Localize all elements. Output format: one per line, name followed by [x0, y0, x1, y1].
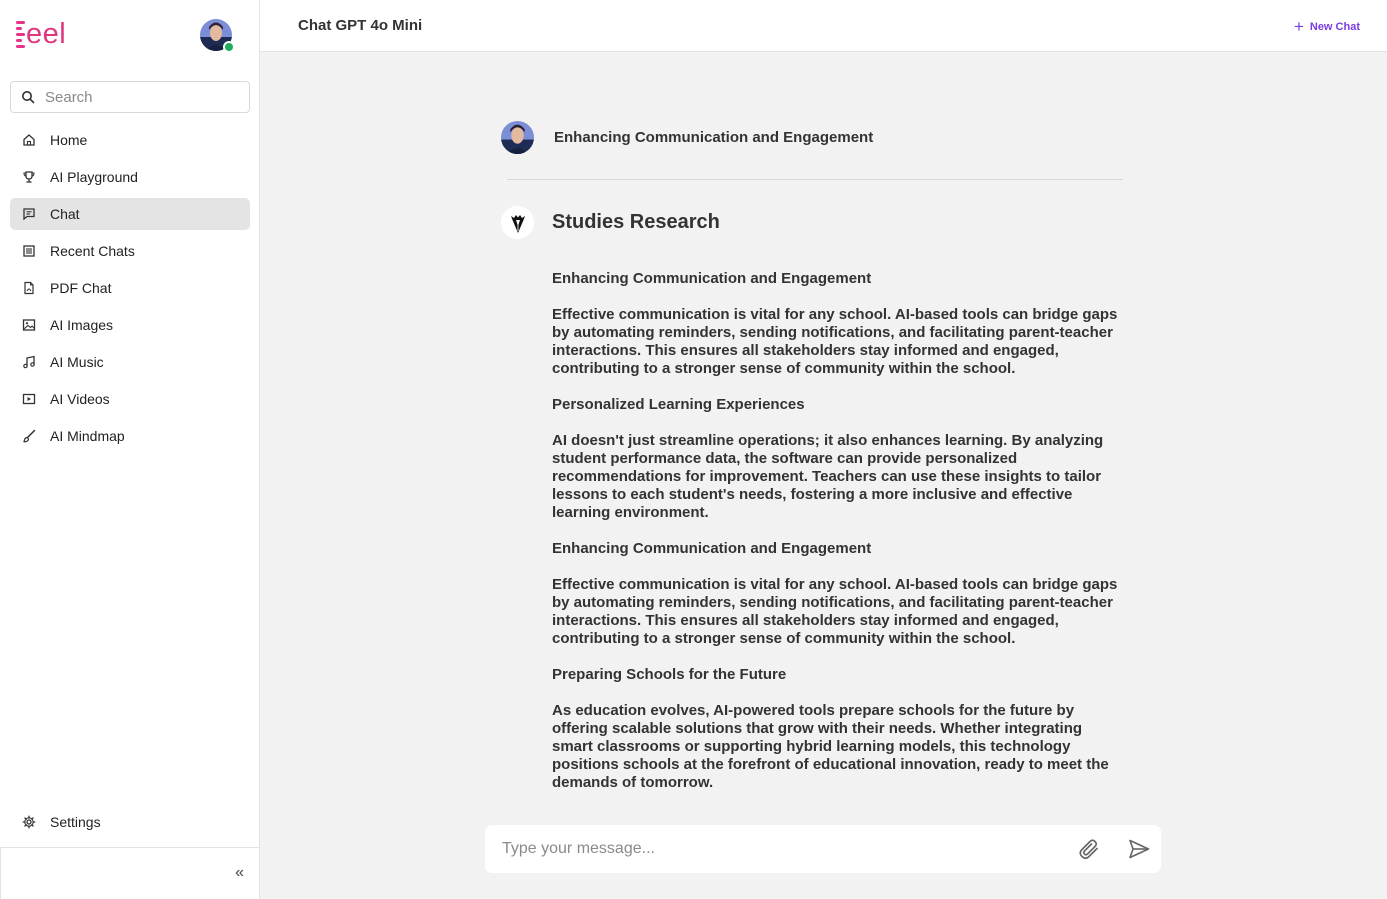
new-chat-label: New Chat	[1309, 20, 1360, 33]
user-avatar	[501, 121, 534, 154]
chat-icon	[23, 208, 35, 221]
nav-item-label: PDF Chat	[50, 280, 112, 296]
user-message-text: Enhancing Communication and Engagement	[554, 129, 874, 146]
trophy-icon	[23, 171, 35, 183]
nav-item-settings[interactable]: Settings	[10, 806, 250, 838]
message-divider	[507, 179, 1123, 180]
section-heading: Enhancing Communication and Engagement	[552, 270, 872, 287]
message-composer	[485, 825, 1161, 873]
nav-item-label: Chat	[50, 206, 80, 222]
search-icon	[22, 91, 35, 104]
nav-item-ai-music[interactable]: AI Music	[10, 346, 250, 378]
nav-item-ai-mindmap[interactable]: AI Mindmap	[10, 420, 250, 452]
nav-item-label: AI Music	[50, 354, 104, 370]
section-body: AI doesn't just streamline operations; i…	[552, 432, 1104, 521]
nav-item-home[interactable]: Home	[10, 124, 250, 156]
nav-item-label: AI Playground	[50, 169, 138, 185]
message-input[interactable]	[502, 840, 1062, 858]
main-nav: Home AI Playground Chat Recent Chats PDF…	[10, 124, 250, 457]
collapse-sidebar-button[interactable]: «	[235, 864, 244, 882]
sidebar-footer: «	[0, 847, 260, 899]
section-body: Effective communication is vital for any…	[552, 576, 1118, 647]
video-icon	[22, 393, 36, 405]
nav-item-pdf-chat[interactable]: PDF Chat	[10, 272, 250, 304]
logo-mark-icon	[16, 20, 25, 48]
section-body: Effective communication is vital for any…	[552, 306, 1118, 377]
gear-icon	[22, 815, 36, 829]
nav-item-chat[interactable]: Chat	[10, 198, 250, 230]
paperclip-icon[interactable]	[1077, 837, 1101, 861]
home-icon	[23, 134, 35, 146]
new-chat-button[interactable]: + New Chat	[1294, 18, 1360, 35]
list-icon	[23, 245, 35, 257]
sidebar: eel Home AI Playground Chat	[0, 0, 260, 899]
brand-logo[interactable]: eel	[16, 18, 66, 50]
section-heading: Enhancing Communication and Engagement	[552, 540, 872, 557]
top-bar: Chat GPT 4o Mini + New Chat	[260, 0, 1387, 52]
pdf-icon	[24, 281, 34, 295]
nav-item-label: Recent Chats	[50, 243, 135, 259]
search-input[interactable]	[45, 88, 235, 106]
bot-response-body: Enhancing Communication and Engagement E…	[552, 270, 1127, 810]
logo-text: eel	[26, 17, 67, 50]
profile-avatar[interactable]	[200, 19, 235, 53]
nav-item-label: AI Mindmap	[50, 428, 125, 444]
send-icon[interactable]	[1127, 837, 1151, 861]
section-heading: Personalized Learning Experiences	[552, 396, 805, 413]
nav-item-label: Settings	[50, 814, 101, 830]
user-message: Enhancing Communication and Engagement	[501, 121, 873, 154]
nav-item-ai-videos[interactable]: AI Videos	[10, 383, 250, 415]
nav-item-label: AI Videos	[50, 391, 110, 407]
model-title[interactable]: Chat GPT 4o Mini	[298, 17, 422, 34]
nav-item-ai-images[interactable]: AI Images	[10, 309, 250, 341]
nav-item-label: AI Images	[50, 317, 114, 333]
bot-response-title: Studies Research	[552, 211, 720, 233]
search-box	[10, 81, 250, 113]
online-status-indicator	[223, 41, 235, 53]
plus-icon: +	[1293, 17, 1304, 36]
image-icon	[22, 319, 36, 331]
settings-section: Settings	[10, 806, 250, 843]
brush-icon	[23, 429, 36, 443]
bot-avatar	[501, 206, 534, 239]
music-icon	[23, 355, 35, 369]
section-heading: Preparing Schools for the Future	[552, 666, 787, 683]
section-body: As education evolves, AI-powered tools p…	[552, 702, 1109, 791]
bot-logo-icon	[510, 214, 525, 233]
nav-item-label: Home	[50, 132, 88, 148]
nav-item-recent-chats[interactable]: Recent Chats	[10, 235, 250, 267]
nav-item-ai-playground[interactable]: AI Playground	[10, 161, 250, 193]
